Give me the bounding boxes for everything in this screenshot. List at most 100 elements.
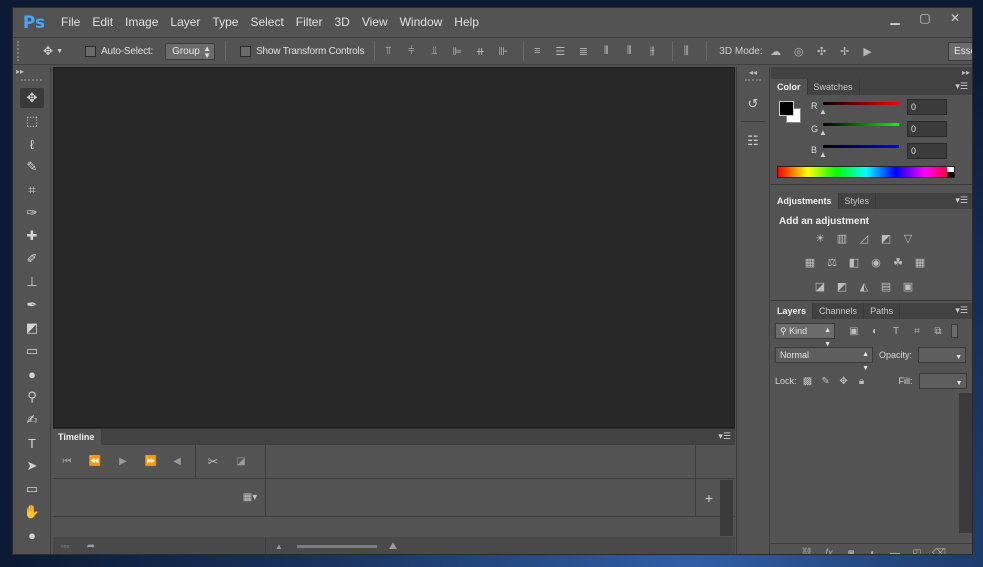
type-layer-filter-icon[interactable]: T xyxy=(887,323,905,339)
green-value-field[interactable]: 0 xyxy=(907,121,947,137)
distribute-top-icon[interactable]: ≡ xyxy=(527,41,547,61)
dock-grip[interactable] xyxy=(745,79,761,85)
vibrance-icon[interactable]: ▽ xyxy=(897,229,919,247)
zoom-slider[interactable] xyxy=(297,545,377,548)
clone-stamp-tool-icon[interactable]: ⊥ xyxy=(20,272,44,292)
align-top-icon[interactable]: ⫪ xyxy=(378,41,398,61)
levels-icon[interactable]: ▥ xyxy=(831,229,853,247)
link-layers-icon[interactable]: ⛓ xyxy=(796,544,818,555)
menu-window[interactable]: Window xyxy=(394,8,449,37)
minimize-button[interactable]: ▁ xyxy=(880,10,910,26)
3d-roll-icon[interactable]: ◎ xyxy=(789,41,809,61)
crop-tool-icon[interactable]: ⌗ xyxy=(20,180,44,200)
healing-brush-tool-icon[interactable]: ✚ xyxy=(20,226,44,246)
path-selection-tool-icon[interactable]: ➤ xyxy=(20,456,44,476)
layer-filter-dropdown[interactable]: ⚲ Kind ▲ ▼ xyxy=(775,323,835,348)
auto-select-checkbox[interactable] xyxy=(85,45,96,57)
auto-select-dropdown[interactable]: Group ▲ ▼ xyxy=(165,42,216,60)
adjustment-layer-filter-icon[interactable]: ◐ xyxy=(866,323,884,339)
red-value-field[interactable]: 0 xyxy=(907,99,947,115)
panel-menu-icon[interactable]: ▾☰ xyxy=(955,305,968,316)
smart-object-filter-icon[interactable]: ⧉ xyxy=(929,323,947,339)
align-right-icon[interactable]: ⊪ xyxy=(493,41,513,61)
menu-view[interactable]: View xyxy=(356,8,394,37)
tab-channels[interactable]: Channels xyxy=(813,303,865,319)
trash-icon[interactable]: ⌫ xyxy=(928,544,950,555)
expand-dock-icon[interactable]: ▸▸ xyxy=(962,67,970,79)
new-layer-icon[interactable]: ◰ xyxy=(906,544,928,555)
red-slider[interactable] xyxy=(823,102,899,105)
show-transform-checkbox[interactable] xyxy=(240,45,252,57)
workspace-switcher[interactable]: Essentials xyxy=(948,42,972,61)
lock-all-icon[interactable]: 🔒︎ xyxy=(853,373,871,389)
panel-menu-icon[interactable]: ▾☰ xyxy=(718,431,731,442)
distribute-bottom-icon[interactable]: ≣ xyxy=(573,41,593,61)
quick-selection-tool-icon[interactable]: ✎ xyxy=(20,157,44,177)
timeline-scrollbar[interactable] xyxy=(720,480,733,536)
history-brush-tool-icon[interactable]: ✒ xyxy=(20,295,44,315)
play-icon[interactable]: ▶ xyxy=(115,454,131,470)
gradient-tool-icon[interactable]: ▭ xyxy=(20,341,44,361)
green-slider-thumb[interactable]: ▲ xyxy=(819,128,827,137)
collapse-dock-icon[interactable]: ◂◂ xyxy=(737,67,769,79)
split-scissors-icon[interactable]: ✂ xyxy=(205,454,221,470)
timeline-track-area[interactable]: ▦▾ + xyxy=(53,479,735,517)
blur-tool-icon[interactable]: ● xyxy=(20,364,44,384)
add-mask-icon[interactable]: ◙ xyxy=(840,544,862,555)
rectangle-tool-icon[interactable]: ▭ xyxy=(20,479,44,499)
eraser-tool-icon[interactable]: ◩ xyxy=(20,318,44,338)
next-frame-icon[interactable]: ⏩ xyxy=(143,454,159,470)
foreground-color-swatch[interactable] xyxy=(779,101,794,116)
history-icon[interactable]: ↺ xyxy=(741,93,765,115)
menu-edit[interactable]: Edit xyxy=(86,8,119,37)
menu-type[interactable]: Type xyxy=(206,8,244,37)
opacity-field[interactable]: ▼ xyxy=(918,347,967,363)
curves-icon[interactable]: ◿ xyxy=(853,229,875,247)
hue-saturation-icon[interactable]: ▦ xyxy=(799,253,821,271)
lock-position-icon[interactable]: ✥ xyxy=(835,373,853,389)
zoom-in-icon[interactable]: ⛰ xyxy=(385,539,401,554)
dodge-tool-icon[interactable]: ⚲ xyxy=(20,387,44,407)
color-lookup-icon[interactable]: ▦ xyxy=(909,253,931,271)
align-vcenter-icon[interactable]: ⫩ xyxy=(401,41,421,61)
3d-scale-icon[interactable]: ▶ xyxy=(858,41,878,61)
restore-button[interactable]: ▢ xyxy=(910,10,940,26)
new-group-icon[interactable]: ▬ xyxy=(884,544,906,555)
layers-scrollbar[interactable] xyxy=(959,393,972,533)
filter-toggle[interactable] xyxy=(951,324,958,338)
previous-frame-icon[interactable]: ⏪ xyxy=(87,454,103,470)
add-media-icon[interactable]: + xyxy=(701,490,717,506)
document-canvas-area[interactable] xyxy=(53,67,735,428)
tools-grip[interactable] xyxy=(21,79,42,85)
distribute-right-icon[interactable]: ⫵ xyxy=(642,41,662,61)
menu-file[interactable]: File xyxy=(55,8,86,37)
tab-styles[interactable]: Styles xyxy=(839,193,877,209)
properties-icon[interactable]: ☷ xyxy=(741,130,765,152)
black-white-icon[interactable]: ◧ xyxy=(843,253,865,271)
auto-align-icon[interactable]: ⫼ xyxy=(676,41,696,61)
first-frame-icon[interactable]: ⏮ xyxy=(59,454,75,470)
menu-select[interactable]: Select xyxy=(244,8,289,37)
threshold-icon[interactable]: ◭ xyxy=(853,277,875,295)
render-video-icon[interactable]: ➦ xyxy=(83,539,99,554)
menu-filter[interactable]: Filter xyxy=(290,8,329,37)
black-white-swatch[interactable] xyxy=(947,167,954,177)
pixel-layer-filter-icon[interactable]: ▣ xyxy=(845,323,863,339)
shape-layer-filter-icon[interactable]: ⌗ xyxy=(908,323,926,339)
audio-icon[interactable]: ◀ xyxy=(169,454,185,470)
panel-menu-icon[interactable]: ▾☰ xyxy=(955,195,968,206)
lock-image-pixels-icon[interactable]: ✎ xyxy=(817,373,835,389)
tab-swatches[interactable]: Swatches xyxy=(808,79,860,95)
red-slider-thumb[interactable]: ▲ xyxy=(819,107,827,116)
lock-transparent-pixels-icon[interactable]: ▩ xyxy=(799,373,817,389)
exposure-icon[interactable]: ◩ xyxy=(875,229,897,247)
transition-icon[interactable]: ◪ xyxy=(233,454,249,470)
film-dropdown-icon[interactable]: ▦▾ xyxy=(239,490,261,506)
panel-menu-icon[interactable]: ▾☰ xyxy=(955,81,968,92)
channel-mixer-icon[interactable]: ☘ xyxy=(887,253,909,271)
pen-tool-icon[interactable]: ✍ xyxy=(20,410,44,430)
new-adjustment-icon[interactable]: ◐ xyxy=(862,544,884,555)
zoom-tool-icon[interactable]: ● xyxy=(20,525,44,545)
tab-paths[interactable]: Paths xyxy=(864,303,901,319)
distribute-left-icon[interactable]: ⫴ xyxy=(596,41,616,61)
